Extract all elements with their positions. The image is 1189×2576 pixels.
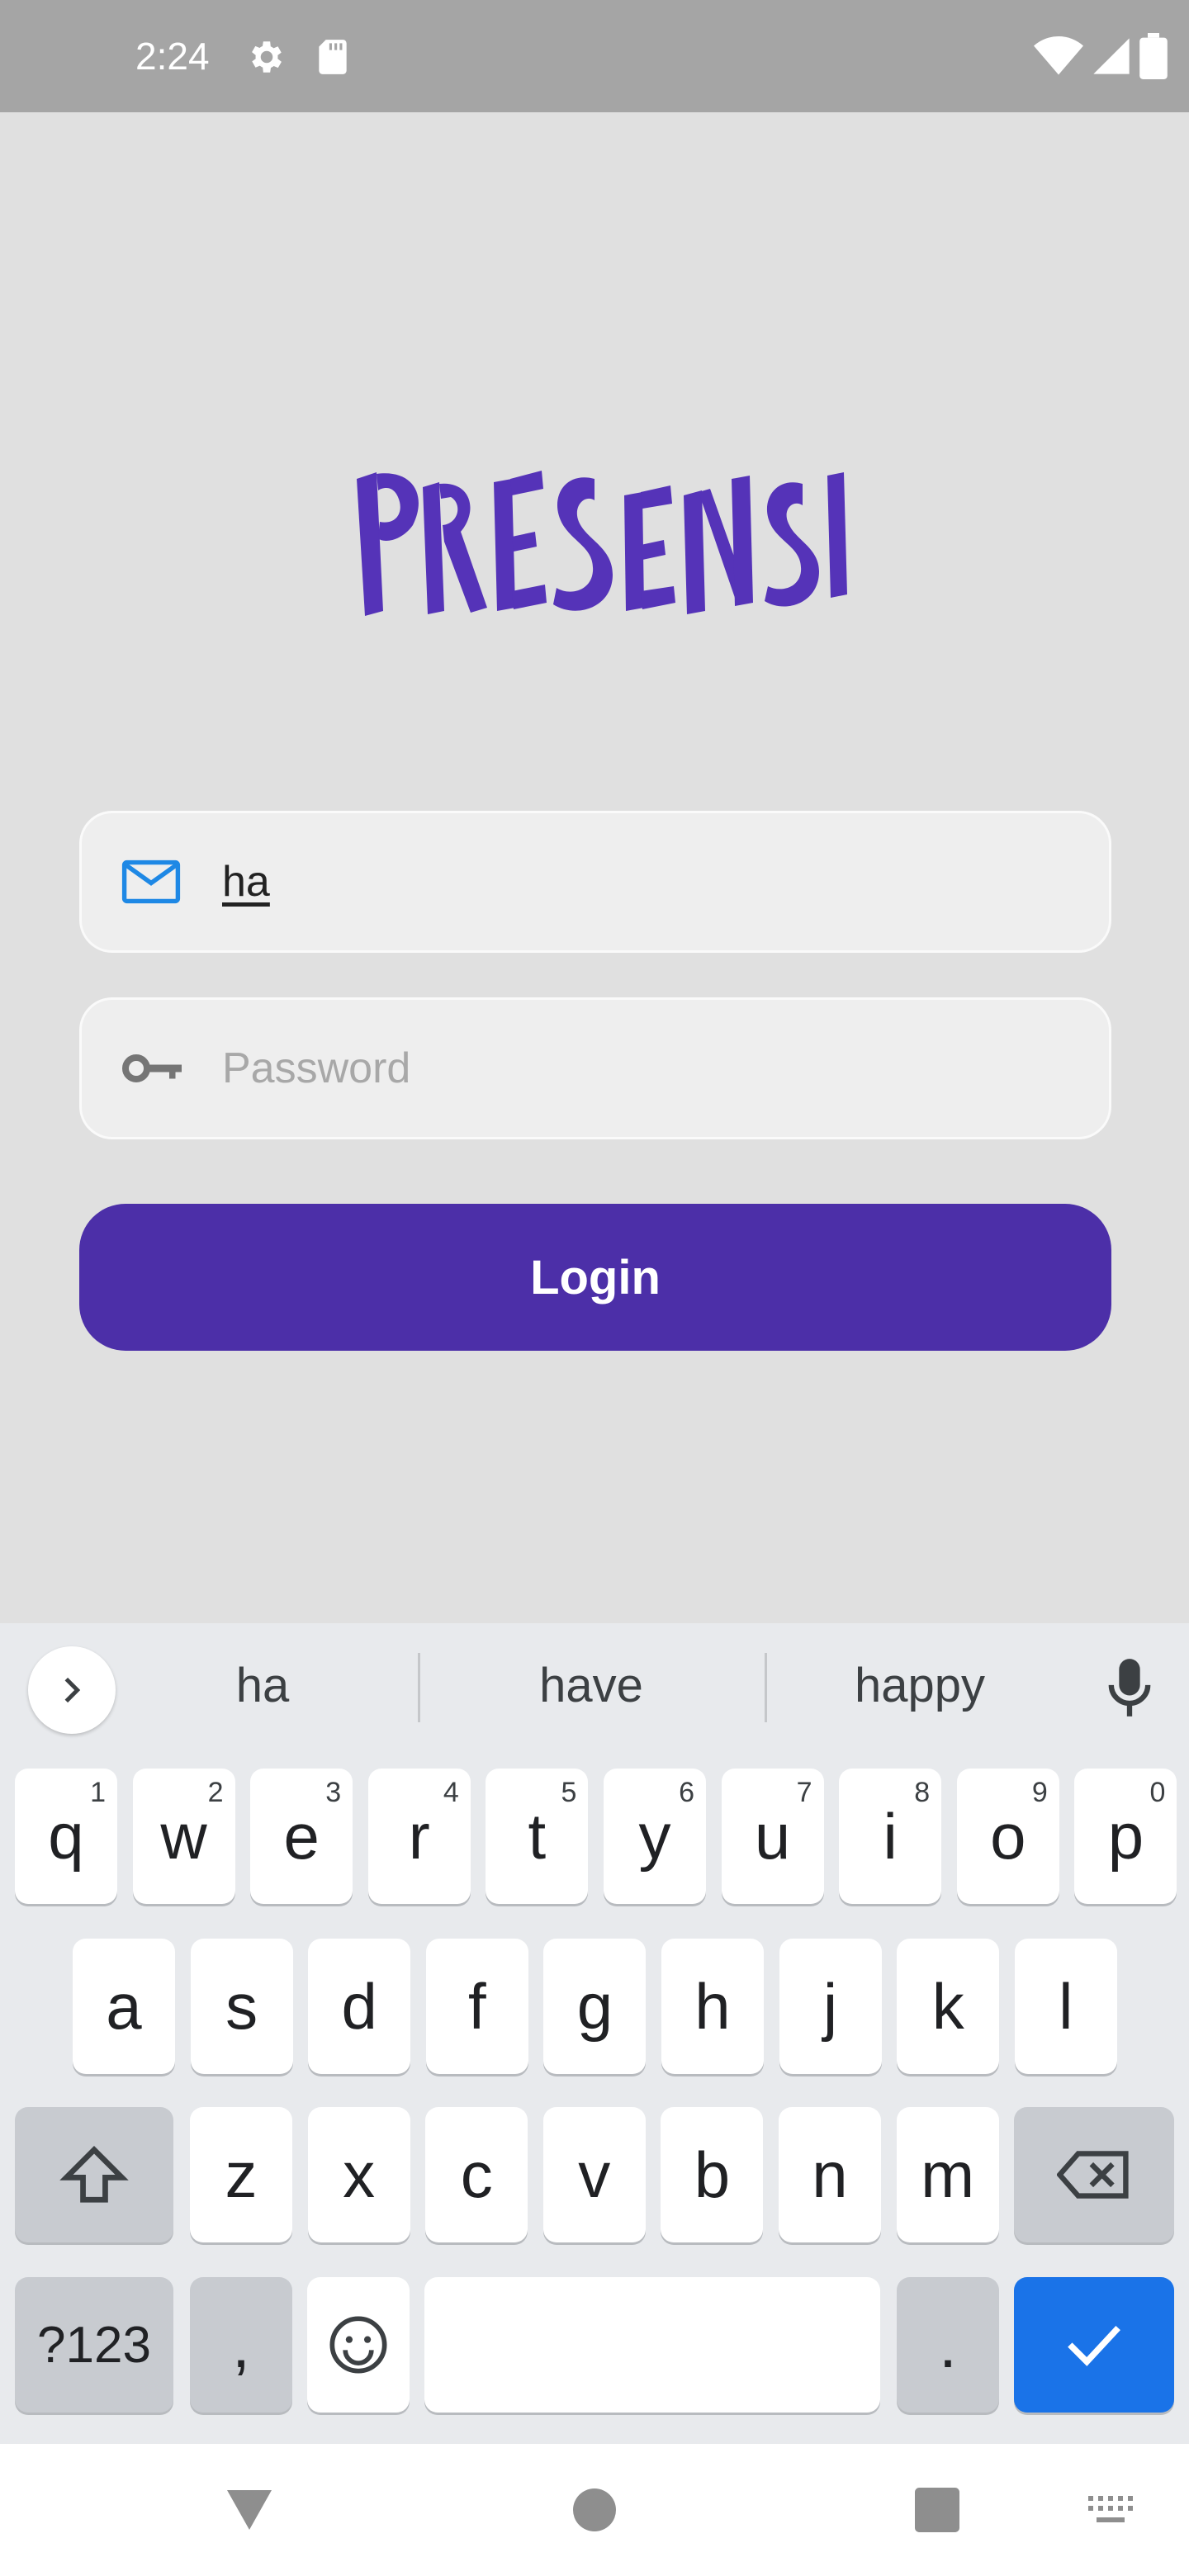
key-v[interactable]: v [542,2107,646,2242]
key-q[interactable]: q1 [15,1769,117,1904]
suggestion-divider [765,1653,767,1722]
key-a[interactable]: a [73,1939,175,2074]
key-u[interactable]: u7 [721,1769,824,1904]
key-letter: r [408,1799,430,1873]
email-field[interactable]: ha [79,811,1111,953]
key-letter: p [1107,1799,1144,1873]
key-letter: q [48,1799,84,1873]
keyboard-switch-icon[interactable] [1088,2496,1133,2524]
comma-key[interactable]: , [190,2277,292,2413]
key-letter: o [990,1799,1026,1873]
key-letter: y [638,1799,671,1873]
key-h[interactable]: h [661,1939,764,2074]
key-r[interactable]: r4 [367,1769,471,1904]
password-field[interactable]: Password [79,997,1111,1139]
expand-toolbar-button[interactable] [28,1646,116,1734]
suggestion-2[interactable]: have [467,1653,715,1719]
suggestion-1[interactable]: ha [139,1653,386,1719]
soft-keyboard: ha have happy ?123 , . q1w2e3r4t5y6u7i8o… [0,1623,1189,2444]
battery-icon [1139,33,1168,79]
key-letter: i [883,1799,898,1873]
key-x[interactable]: x [307,2107,410,2242]
key-e[interactable]: e3 [250,1769,353,1904]
key-letter: t [528,1799,547,1873]
password-input[interactable]: Password [222,1044,410,1093]
key-j[interactable]: j [779,1939,882,2074]
key-number-hint: 7 [796,1777,812,1808]
mail-icon [121,859,181,904]
key-k[interactable]: k [897,1939,1000,2074]
key-o[interactable]: o9 [956,1769,1059,1904]
key-w[interactable]: w2 [132,1769,235,1904]
sd-card-icon [319,40,347,74]
checkmark-icon [1068,2326,1120,2366]
home-icon[interactable] [573,2488,616,2531]
key-icon [122,1054,182,1082]
emoji-key[interactable] [307,2277,410,2413]
key-d[interactable]: d [308,1939,411,2074]
key-number-hint: 0 [1149,1777,1166,1808]
navigation-bar [0,2444,1189,2576]
key-b[interactable]: b [661,2107,764,2242]
app-logo [357,471,847,616]
shift-key[interactable] [15,2107,173,2242]
key-number-hint: 9 [1031,1777,1048,1808]
key-z[interactable]: z [190,2107,292,2242]
chevron-right-icon [64,1677,81,1703]
key-p[interactable]: p0 [1074,1769,1177,1904]
key-letter: e [283,1799,320,1873]
key-number-hint: 8 [914,1777,931,1808]
emoji-icon [329,2316,387,2374]
email-input[interactable]: ha [222,857,270,907]
key-number-hint: 2 [207,1777,224,1808]
login-button[interactable]: Login [79,1204,1111,1351]
key-m[interactable]: m [896,2107,999,2242]
recents-icon[interactable] [915,2488,959,2532]
key-number-hint: 5 [561,1777,577,1808]
shift-icon [59,2145,129,2203]
backspace-icon [1057,2151,1129,2199]
key-n[interactable]: n [779,2107,881,2242]
suggestion-divider [418,1653,420,1722]
key-i[interactable]: i8 [839,1769,942,1904]
key-g[interactable]: g [543,1939,647,2074]
key-number-hint: 4 [443,1777,459,1808]
suggestion-3[interactable]: happy [796,1653,1044,1719]
key-l[interactable]: l [1014,1939,1117,2074]
key-number-hint: 3 [325,1777,342,1808]
wifi-icon [1034,36,1083,75]
key-number-hint: 6 [679,1777,694,1808]
enter-key[interactable] [1014,2277,1174,2413]
signal-icon [1093,38,1130,74]
status-time: 2:24 [135,35,210,78]
key-letter: w [160,1799,207,1873]
period-key[interactable]: . [897,2277,999,2413]
key-f[interactable]: f [425,1939,528,2074]
back-icon[interactable] [225,2488,274,2532]
key-number-hint: 1 [90,1777,106,1808]
space-key[interactable] [424,2277,880,2413]
symbols-key[interactable]: ?123 [15,2277,173,2413]
status-bar: 2:24 [0,0,1189,112]
backspace-key[interactable] [1014,2107,1174,2242]
key-t[interactable]: t5 [486,1769,589,1904]
suggestion-strip: ha have happy [0,1623,1189,1734]
key-letter: u [754,1799,791,1873]
key-y[interactable]: y6 [604,1769,706,1904]
key-c[interactable]: c [425,2107,528,2242]
microphone-icon[interactable] [1106,1656,1153,1719]
key-s[interactable]: s [190,1939,293,2074]
settings-icon [252,41,282,73]
